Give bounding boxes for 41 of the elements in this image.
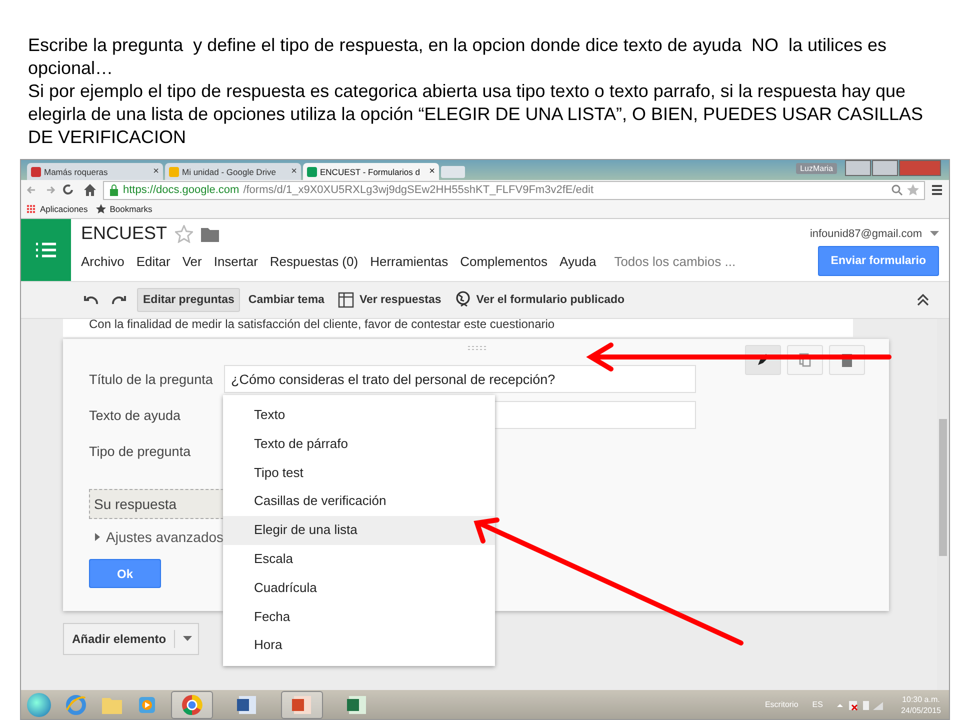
toolbar-button[interactable]: Ver el formulario publicado — [449, 285, 631, 315]
menu-item[interactable]: Archivo — [81, 254, 124, 268]
menu-option[interactable]: Elegir de una lista — [223, 516, 495, 545]
close-icon[interactable]: × — [153, 166, 159, 177]
account-email[interactable]: infounid87@gmail.com — [810, 228, 922, 240]
menu-option[interactable]: Cuadrícula — [223, 574, 495, 603]
close-icon[interactable]: × — [429, 166, 435, 177]
close-icon[interactable]: × — [291, 166, 297, 177]
menu-option[interactable]: Tipo test — [223, 458, 495, 488]
advanced-settings-toggle[interactable]: Ajustes avanzados — [95, 529, 224, 545]
menu-option[interactable]: Hora — [223, 631, 495, 660]
field-label: Título de la pregunta — [89, 372, 214, 386]
document-title[interactable]: ENCUEST — [81, 223, 168, 244]
question-title-field[interactable]: ¿Cómo consideras el trato del personal de recepción? — [224, 365, 696, 393]
menu-item[interactable]: Ayuda — [560, 254, 596, 268]
save-status: Todos los cambios ... — [614, 254, 736, 268]
menu-item[interactable]: Respuestas (0) — [270, 254, 358, 268]
menu-item[interactable]: Ver — [182, 254, 202, 268]
bookmark-link[interactable]: Bookmarks — [110, 204, 152, 214]
add-item-button[interactable]: Añadir elemento — [63, 623, 200, 655]
instruction-text: Escribe la pregunta y define el tipo de respuesta, en la opcion donde dice texto de ayuda NO la utilices es opcional… — [28, 34, 888, 80]
toolbar-button[interactable]: Cambiar tema — [242, 288, 330, 312]
field-label: Tipo de pregunta — [89, 444, 192, 458]
menu-item[interactable]: Editar — [136, 254, 170, 268]
menu-option[interactable]: Fecha — [223, 602, 495, 632]
menu-option[interactable]: Texto de párrafo — [223, 430, 495, 459]
toolbar-button[interactable]: Ver respuestas — [332, 286, 448, 314]
browser-tab[interactable]: ENCUEST - Formularios d × — [303, 163, 439, 180]
toolbar-button[interactable]: Editar preguntas — [137, 288, 240, 312]
field-label: Texto de ayuda — [89, 408, 182, 422]
menu-option[interactable]: Escala — [223, 544, 495, 574]
browser-tab[interactable]: Mi unidad - Google Drive × — [165, 163, 301, 180]
browser-tab[interactable]: Mamás roqueras × — [27, 163, 163, 180]
instruction-text: Si por ejemplo el tipo de respuesta es categorica abierta usa tipo texto o texto parrafo, si la respuesta hay que elegirla de una lista de opciones utiliza la opción “ELEGIR DE UNA LISTA”, O BIEN, PUEDES USAR CASILLAS DE VERIFICACION — [28, 80, 924, 149]
menu-item[interactable]: Complementos — [460, 254, 548, 268]
menu-item[interactable]: Herramientas — [370, 254, 448, 268]
form-description: Con la finalidad de medir la satisfacción del cliente, favor de contestar este cuestionario — [63, 319, 853, 337]
menu-item[interactable]: Insertar — [214, 254, 258, 268]
menu-option[interactable]: Texto — [223, 401, 495, 430]
bookmark-link[interactable]: Aplicaciones — [40, 204, 88, 214]
address-bar[interactable]: https://docs.google.com /forms/d/1_x9X0XU5RXLg3wj9dgSEw2HH55shKT_FLFV9Fm3v2fE/edit — [103, 180, 925, 200]
